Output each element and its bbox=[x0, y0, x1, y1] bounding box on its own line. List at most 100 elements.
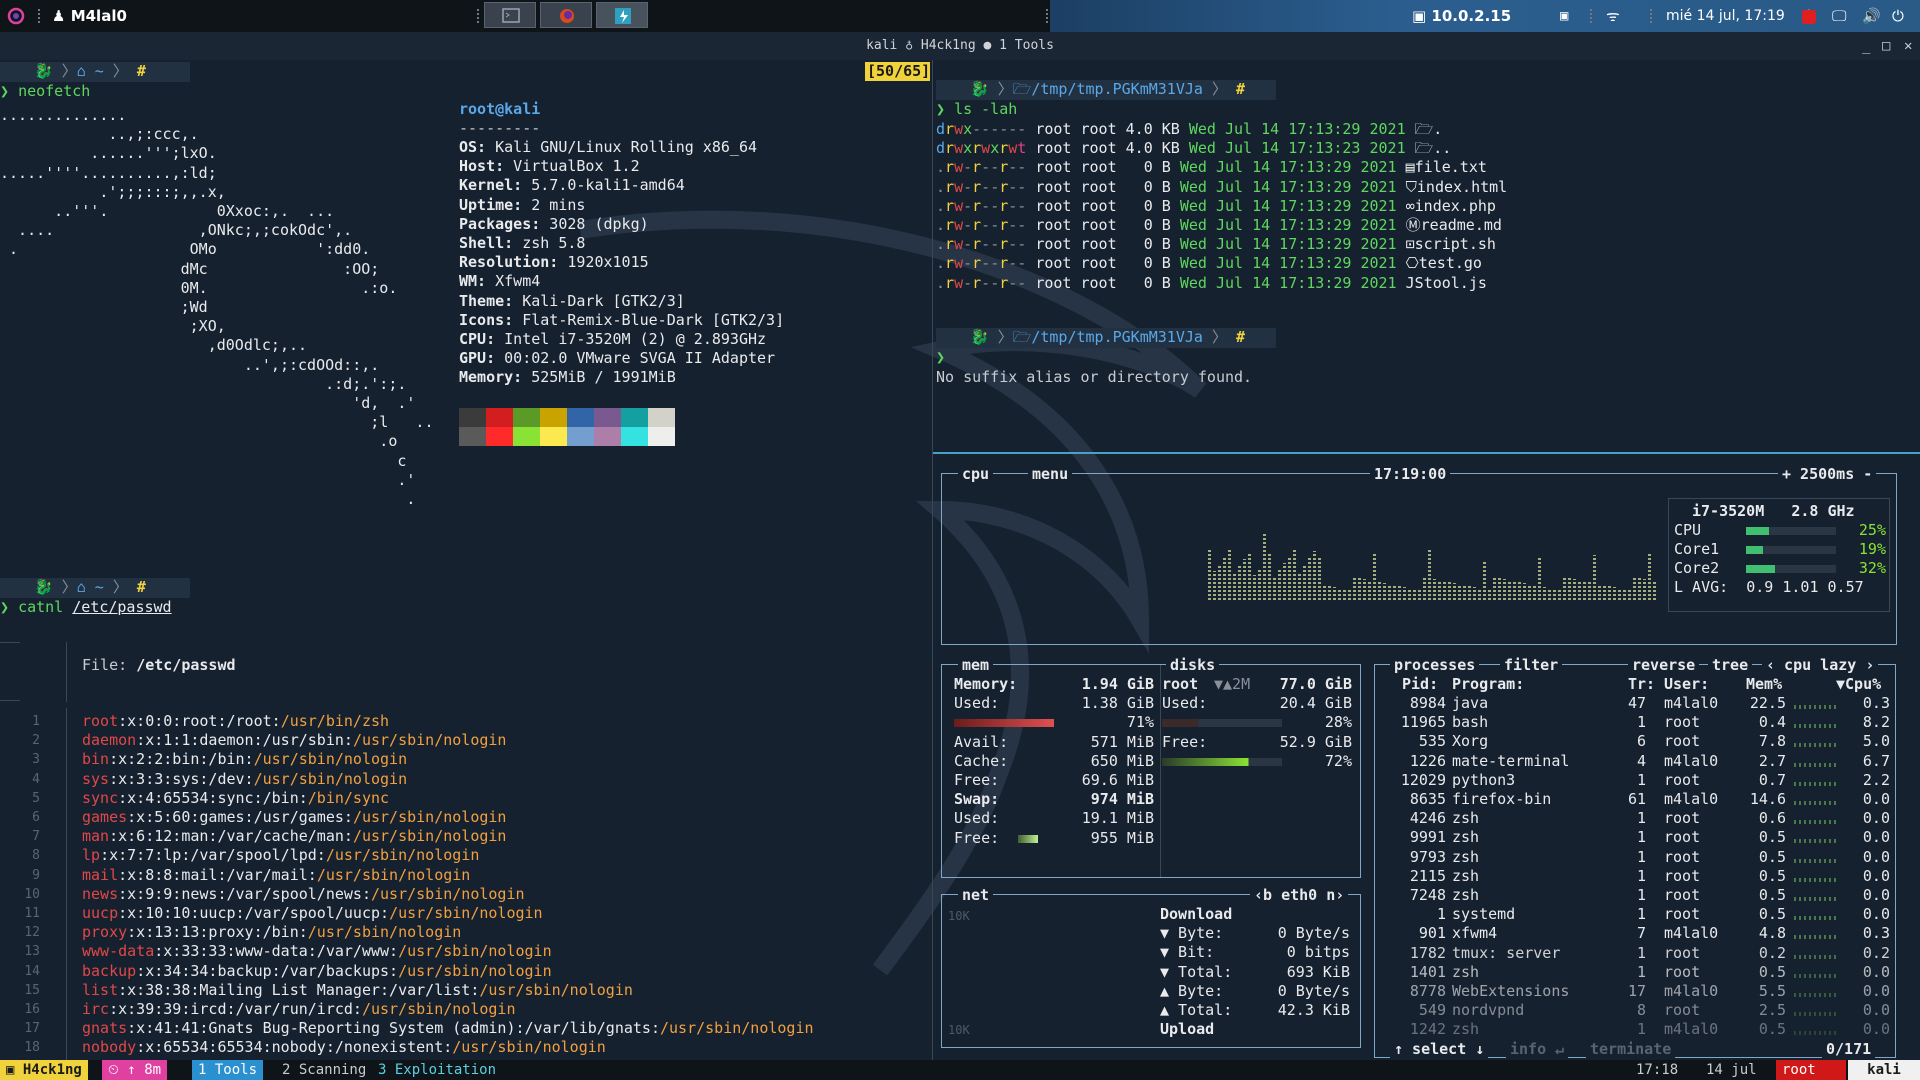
neofetch-value: 5.7.0-kali1-amd64 bbox=[522, 176, 685, 195]
neofetch-value: zsh 5.8 bbox=[513, 234, 586, 252]
process-row[interactable]: 901 xfwm4 7 m4lal0 4.8 0.3 bbox=[1382, 924, 1892, 943]
ls-size: 0 B bbox=[1125, 177, 1171, 196]
cpu-graph-bar bbox=[1608, 586, 1611, 600]
volume-icon[interactable]: 🔊 bbox=[1862, 0, 1881, 32]
process-row[interactable]: 1242 zsh 1 m4lal0 0.5 0.0 bbox=[1382, 1020, 1892, 1039]
process-row[interactable]: 4246 zsh 1 root 0.6 0.0 bbox=[1382, 809, 1892, 828]
taskbar-firefox-button[interactable] bbox=[540, 2, 592, 28]
process-row[interactable]: 1782 tmux: server 1 root 0.2 0.2 bbox=[1382, 944, 1892, 963]
ascii-line: ..'''. 0Xxoc:,. ... bbox=[0, 202, 335, 220]
net-interface-selector[interactable]: ‹b eth0 n› bbox=[1250, 886, 1349, 904]
disks-box-label[interactable]: disks bbox=[1166, 656, 1220, 674]
proc-program: zsh bbox=[1452, 1020, 1480, 1039]
passwd-user: news bbox=[82, 884, 119, 903]
process-row[interactable]: 12029 python3 1 root 0.7 2.2 bbox=[1382, 771, 1892, 790]
taskbar-app-button[interactable] bbox=[596, 2, 648, 28]
ascii-line: ..,;:ccc,. bbox=[0, 125, 199, 144]
neofetch-key: Packages: bbox=[459, 214, 541, 233]
update-icon[interactable] bbox=[1802, 0, 1816, 32]
wifi-icon[interactable]: ᯤ bbox=[1606, 0, 1620, 32]
proc-cpu-graph bbox=[1794, 935, 1838, 940]
vpn-icon[interactable]: ▣ bbox=[1560, 0, 1568, 32]
process-row[interactable]: 1 systemd 1 root 0.5 0.0 bbox=[1382, 905, 1892, 924]
proc-cpu-graph bbox=[1794, 743, 1838, 748]
taskbar-terminal-button[interactable] bbox=[484, 2, 536, 28]
tree-button[interactable]: tree bbox=[1708, 656, 1753, 674]
line-number: 18 bbox=[24, 1040, 40, 1056]
process-row[interactable]: 9793 zsh 1 root 0.5 0.0 bbox=[1382, 848, 1892, 867]
right-terminal-pane[interactable]: 🐉 〉🗁/tmp/tmp.PGKmM31VJa 〉 # ❯ ls -lah dr… bbox=[936, 60, 1920, 450]
menu-label[interactable]: menu bbox=[1028, 465, 1073, 483]
update-interval[interactable]: + 2500ms - bbox=[1778, 465, 1877, 483]
passwd-shell: /bin/sync bbox=[307, 788, 390, 807]
cpu-graph-bar bbox=[1223, 557, 1226, 600]
display-icon[interactable]: 🖵 bbox=[1832, 0, 1846, 32]
close-button[interactable]: ✕ bbox=[1904, 32, 1912, 60]
process-row[interactable]: 549 nordvpnd 8 root 2.5 0.0 bbox=[1382, 1001, 1892, 1020]
process-row[interactable]: 8635 firefox-bin 61 m4lal0 14.6 0.0 bbox=[1382, 790, 1892, 809]
network-icon: ▣ bbox=[1412, 7, 1427, 25]
user-menu[interactable]: ♟ M4lal0 bbox=[52, 0, 127, 32]
cpu-graph-bar bbox=[1443, 581, 1446, 600]
file-icon: ∞ bbox=[1405, 196, 1415, 215]
kali-icon: 🐉 bbox=[34, 578, 53, 596]
reverse-button[interactable]: reverse bbox=[1628, 656, 1700, 674]
proc-mem: 0.4 bbox=[1758, 713, 1786, 732]
info-hint[interactable]: info ↵ bbox=[1506, 1040, 1569, 1058]
process-row[interactable]: 8984 java 47 m4lal0 22.5 0.3 bbox=[1382, 694, 1892, 713]
sort-selector[interactable]: ‹ cpu lazy › bbox=[1762, 656, 1879, 674]
clock[interactable]: mié 14 jul, 17:19 bbox=[1666, 0, 1785, 32]
window-tab-3[interactable]: 3 Exploitation bbox=[372, 1060, 502, 1080]
process-row[interactable]: 9991 zsh 1 root 0.5 0.0 bbox=[1382, 828, 1892, 847]
cpu-graph-bar bbox=[1353, 577, 1356, 600]
prompt-line: 🐉 〉🗁/tmp/tmp.PGKmM31VJa 〉 # bbox=[970, 328, 1246, 346]
kv-value: 955 MiB bbox=[1090, 828, 1154, 847]
passwd-shell: /usr/bin/zsh bbox=[280, 712, 390, 730]
terminate-hint[interactable]: terminate bbox=[1586, 1040, 1676, 1058]
ls-perm: .rw-r--r-- bbox=[936, 177, 1027, 196]
mem-box-label[interactable]: mem bbox=[958, 656, 994, 674]
kv-value: 974 MiB bbox=[1090, 790, 1154, 809]
menu-button[interactable] bbox=[6, 0, 26, 32]
neofetch-line: Uptime: 2 mins bbox=[459, 196, 585, 215]
left-terminal-pane[interactable]: 🐉 〉⌂ ~ 〉 # ❯ neofetch [50/65] ..........… bbox=[0, 60, 930, 1060]
passwd-row: lp:x:7:7:lp:/var/spool/lpd:/usr/sbin/nol… bbox=[82, 846, 479, 865]
proc-cpu-graph bbox=[1794, 762, 1838, 767]
palette-swatch bbox=[594, 408, 621, 427]
ls-row: .rw-r--r-- root root 0 B Wed Jul 14 17:1… bbox=[936, 274, 1487, 293]
maximize-button[interactable]: □ bbox=[1882, 32, 1890, 60]
cpu-row-pct: 32% bbox=[1858, 559, 1886, 578]
proc-threads: 1 bbox=[1636, 847, 1646, 866]
uptime: ⏲ ↑ 8m bbox=[102, 1060, 168, 1080]
process-row[interactable]: 2115 zsh 1 root 0.5 0.0 bbox=[1382, 867, 1892, 886]
cpu-graph-bar bbox=[1313, 551, 1316, 600]
filter-button[interactable]: filter bbox=[1500, 656, 1563, 674]
proc-threads: 1 bbox=[1636, 943, 1646, 962]
logout-icon[interactable]: ⏻ bbox=[1892, 0, 1904, 32]
cpu-graph-bar bbox=[1233, 573, 1236, 600]
minimize-button[interactable]: _ bbox=[1862, 32, 1870, 60]
window-tab-2[interactable]: 2 Scanning bbox=[276, 1060, 372, 1080]
ip-indicator[interactable]: ▣ 10.0.2.15 bbox=[1412, 0, 1511, 32]
cpu-graph-bar bbox=[1643, 579, 1646, 600]
kv-value: 20.4 GiB bbox=[1279, 694, 1352, 713]
cpu-freq: 2.8 GHz bbox=[1791, 502, 1855, 520]
process-row[interactable]: 8778 WebExtensions 17 m4lal0 5.5 0.0 bbox=[1382, 982, 1892, 1001]
process-row[interactable]: 1401 zsh 1 root 0.5 0.0 bbox=[1382, 963, 1892, 982]
prompt-path: /tmp/tmp.PGKmM31VJa bbox=[1031, 80, 1203, 98]
window-tab-1[interactable]: 1 Tools bbox=[192, 1060, 264, 1080]
ascii-line: ;l .. bbox=[0, 413, 434, 432]
net-box-label[interactable]: net bbox=[958, 886, 994, 904]
process-row[interactable]: 11965 bash 1 root 0.4 8.2 bbox=[1382, 713, 1892, 732]
process-row[interactable]: 1226 mate-terminal 4 m4lal0 2.7 6.7 bbox=[1382, 752, 1892, 771]
processes-label[interactable]: processes bbox=[1390, 656, 1480, 674]
process-row[interactable]: 535 Xorg 6 root 7.8 5.0 bbox=[1382, 732, 1892, 751]
kv-key: Free: bbox=[1162, 732, 1208, 751]
cpu-graph-bar bbox=[1603, 585, 1606, 600]
cpu-graph-bar bbox=[1248, 552, 1251, 600]
proc-pid: 8778 bbox=[1409, 982, 1446, 1000]
file-icon: ⛉ bbox=[1405, 177, 1417, 196]
kv-key: Free: bbox=[954, 771, 1000, 789]
cpu-box-label[interactable]: cpu bbox=[958, 465, 994, 483]
process-row[interactable]: 7248 zsh 1 root 0.5 0.0 bbox=[1382, 886, 1892, 905]
